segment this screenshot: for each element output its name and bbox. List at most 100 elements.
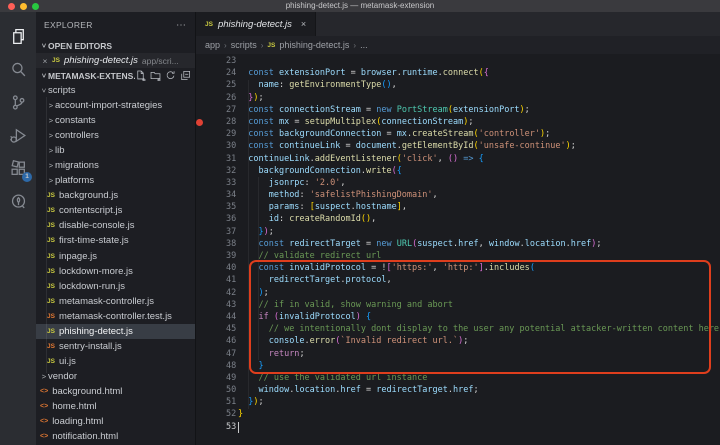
line-number[interactable]: 26 [226, 92, 230, 104]
line-number[interactable]: 25 [226, 79, 230, 91]
code-line[interactable]: const connectionStream = new PortStream(… [238, 104, 720, 116]
line-number[interactable]: 53 [226, 421, 230, 433]
breadcrumb-scripts[interactable]: scripts [231, 40, 257, 50]
close-editor-icon[interactable]: × [40, 56, 50, 66]
code-line[interactable]: id: createRandomId(), [238, 213, 720, 225]
line-number[interactable]: 39 [226, 250, 230, 262]
tree-item-contentscript.js[interactable]: JScontentscript.js [36, 203, 195, 218]
tree-item-sentry-install.js[interactable]: JSsentry-install.js [36, 339, 195, 354]
open-editor-item[interactable]: × JS phishing-detect.js app/scri... [36, 53, 195, 68]
code-line[interactable]: redirectTarget.protocol, [238, 274, 720, 286]
tree-item-metamask-controller.js[interactable]: JSmetamask-controller.js [36, 294, 195, 309]
tree-item-scripts[interactable]: >scripts [36, 83, 195, 98]
tree-item-platforms[interactable]: >platforms [36, 173, 195, 188]
line-number[interactable]: 28 [226, 116, 230, 128]
tree-item-notification.html[interactable]: <>notification.html [36, 429, 195, 444]
tree-item-constants[interactable]: >constants [36, 113, 195, 128]
code-line[interactable]: const mx = setupMultiplex(connectionStre… [238, 116, 720, 128]
source-control-icon[interactable] [2, 86, 34, 119]
code-line[interactable]: const redirectTarget = new URL(suspect.h… [238, 238, 720, 250]
tree-item-migrations[interactable]: >migrations [36, 158, 195, 173]
code-line[interactable]: // use the validated url instance [238, 372, 720, 384]
code-line[interactable]: continueLink.addEventListener('click', (… [238, 153, 720, 165]
code-line[interactable]: const continueLink = document.getElement… [238, 140, 720, 152]
tree-item-lockdown-run.js[interactable]: JSlockdown-run.js [36, 279, 195, 294]
line-number[interactable]: 32 [226, 165, 230, 177]
line-number[interactable]: 37 [226, 226, 230, 238]
line-number[interactable]: 33 [226, 177, 230, 189]
breadcrumb-app[interactable]: app [205, 40, 220, 50]
line-number[interactable]: 40 [226, 262, 230, 274]
refresh-icon[interactable] [165, 70, 176, 81]
tree-item-disable-console.js[interactable]: JSdisable-console.js [36, 218, 195, 233]
line-number[interactable]: 50 [226, 384, 230, 396]
line-number[interactable]: 49 [226, 372, 230, 384]
close-tab-icon[interactable]: × [301, 19, 306, 29]
extensions-icon[interactable]: 1 [2, 152, 34, 185]
code-area[interactable]: 2324252627282930313233343536373839404142… [196, 54, 720, 445]
new-folder-icon[interactable] [150, 70, 161, 81]
line-number[interactable]: 46 [226, 335, 230, 347]
explorer-icon[interactable] [2, 20, 34, 53]
code-line[interactable]: }); [238, 396, 720, 408]
code-line[interactable]: name: getEnvironmentType(), [238, 79, 720, 91]
code-content[interactable]: const extensionPort = browser.runtime.co… [238, 55, 720, 433]
run-debug-icon[interactable] [2, 119, 34, 152]
line-number[interactable]: 23 [226, 55, 230, 67]
new-file-icon[interactable] [135, 70, 146, 81]
code-line[interactable]: console.error(`Invalid redirect url.`); [238, 335, 720, 347]
tree-item-home.html[interactable]: <>home.html [36, 399, 195, 414]
code-line[interactable] [238, 55, 720, 67]
code-line[interactable]: // if in valid, show warning and abort [238, 299, 720, 311]
code-line[interactable]: // we intentionally dont display to the … [238, 323, 720, 335]
tree-item-account-import-strategies[interactable]: >account-import-strategies [36, 98, 195, 113]
line-number[interactable]: 34 [226, 189, 230, 201]
tree-item-inpage.js[interactable]: JSinpage.js [36, 249, 195, 264]
code-line[interactable]: ); [238, 287, 720, 299]
editor-gutter[interactable]: 2324252627282930313233343536373839404142… [196, 55, 230, 433]
breakpoint-icon[interactable] [196, 119, 203, 126]
code-line[interactable]: } [238, 408, 720, 420]
line-number[interactable]: 27 [226, 104, 230, 116]
code-line[interactable]: return; [238, 348, 720, 360]
line-number[interactable]: 31 [226, 153, 230, 165]
tab-phishing-detect[interactable]: JS phishing-detect.js × [196, 12, 316, 36]
code-line[interactable]: const extensionPort = browser.runtime.co… [238, 67, 720, 79]
line-number[interactable]: 30 [226, 140, 230, 152]
code-line[interactable] [238, 421, 720, 433]
tree-item-background.html[interactable]: <>background.html [36, 384, 195, 399]
line-number[interactable]: 51 [226, 396, 230, 408]
line-number[interactable]: 44 [226, 311, 230, 323]
code-line[interactable]: const invalidProtocol = !['https:', 'htt… [238, 262, 720, 274]
line-number[interactable]: 29 [226, 128, 230, 140]
code-line[interactable]: } [238, 360, 720, 372]
tree-item-lib[interactable]: >lib [36, 143, 195, 158]
breadcrumb-file[interactable]: phishing-detect.js [279, 40, 349, 50]
code-line[interactable]: if (invalidProtocol) { [238, 311, 720, 323]
code-line[interactable]: const backgroundConnection = mx.createSt… [238, 128, 720, 140]
collapse-all-icon[interactable] [180, 70, 191, 81]
tree-item-controllers[interactable]: >controllers [36, 128, 195, 143]
code-line[interactable]: params: [suspect.hostname], [238, 201, 720, 213]
line-number[interactable]: 41 [226, 274, 230, 286]
code-line[interactable]: window.location.href = redirectTarget.hr… [238, 384, 720, 396]
line-number[interactable]: 45 [226, 323, 230, 335]
code-line[interactable]: }); [238, 226, 720, 238]
code-line[interactable]: backgroundConnection.write({ [238, 165, 720, 177]
line-number[interactable]: 35 [226, 201, 230, 213]
code-line[interactable]: // validate redirect url [238, 250, 720, 262]
line-number[interactable]: 42 [226, 287, 230, 299]
line-number[interactable]: 52 [226, 408, 230, 420]
code-line[interactable]: }); [238, 92, 720, 104]
open-editors-header[interactable]: > OPEN EDITORS [36, 38, 195, 53]
line-number[interactable]: 48 [226, 360, 230, 372]
line-number[interactable]: 38 [226, 238, 230, 250]
tree-item-phishing-detect.js[interactable]: JSphishing-detect.js [36, 324, 195, 339]
tree-item-ui.js[interactable]: JSui.js [36, 354, 195, 369]
code-line[interactable]: jsonrpc: '2.0', [238, 177, 720, 189]
code-line[interactable]: method: 'safelistPhishingDomain', [238, 189, 720, 201]
breadcrumb-symbol[interactable]: ... [360, 40, 368, 50]
tree-item-background.js[interactable]: JSbackground.js [36, 188, 195, 203]
line-number[interactable]: 43 [226, 299, 230, 311]
search-icon[interactable] [2, 53, 34, 86]
